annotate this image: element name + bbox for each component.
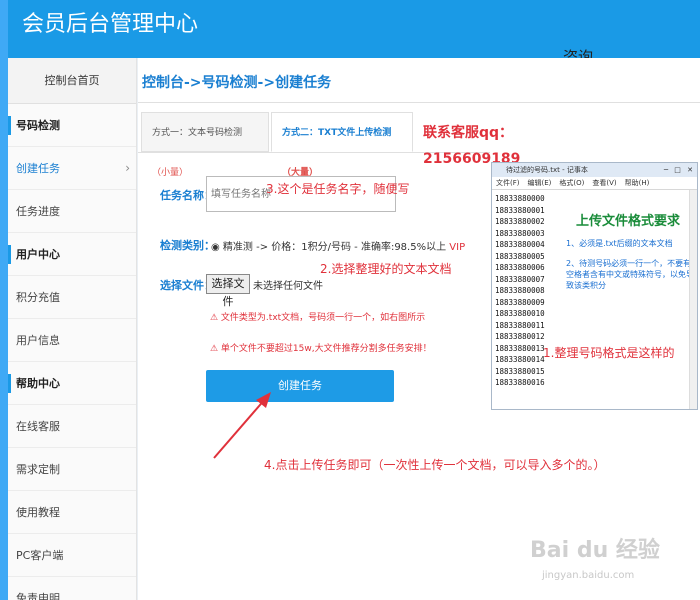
sidebar-section-user-center[interactable]: 用户中心	[8, 233, 136, 276]
sidebar-section-number-check[interactable]: 号码检测	[8, 104, 136, 147]
left-stripe	[0, 0, 8, 600]
sidebar-section-help[interactable]: 帮助中心	[8, 362, 136, 405]
sidebar-home[interactable]: 控制台首页	[8, 58, 136, 104]
sidebar-item-tutorial[interactable]: 使用教程	[8, 491, 136, 534]
sidebar-item-user-info[interactable]: 用户信息	[8, 319, 136, 362]
app-title: 会员后台管理中心	[22, 12, 199, 37]
red-arrow-icon	[213, 392, 271, 459]
app-header: 会员后台管理中心 咨询	[0, 0, 700, 66]
sidebar-item-recharge[interactable]: 积分充值	[8, 276, 136, 319]
sidebar-item-custom-request[interactable]: 需求定制	[8, 448, 136, 491]
chevron-right-icon: ›	[125, 161, 130, 175]
watermark-url: jingyan.baidu.com	[542, 570, 635, 581]
sidebar-item-create-task[interactable]: 创建任务 ›	[8, 147, 136, 190]
sidebar: 控制台首页 号码检测 创建任务 › 任务进度 用户中心 积分充值 用户信息 帮助中…	[8, 58, 137, 600]
watermark-logo: Bai du 经验	[530, 538, 660, 563]
sidebar-item-online-service[interactable]: 在线客服	[8, 405, 136, 448]
baidu-watermark: Bai du 经验 jingyan.baidu.com	[530, 530, 700, 600]
sidebar-item-pc-client[interactable]: PC客户端	[8, 534, 136, 577]
sidebar-item-task-progress[interactable]: 任务进度	[8, 190, 136, 233]
sidebar-item-disclaimer[interactable]: 免责申明	[8, 577, 136, 600]
main-content: 控制台->号码检测->创建任务 方式一：文本号码检测（小量） 方式二：TXT文件…	[138, 58, 700, 600]
